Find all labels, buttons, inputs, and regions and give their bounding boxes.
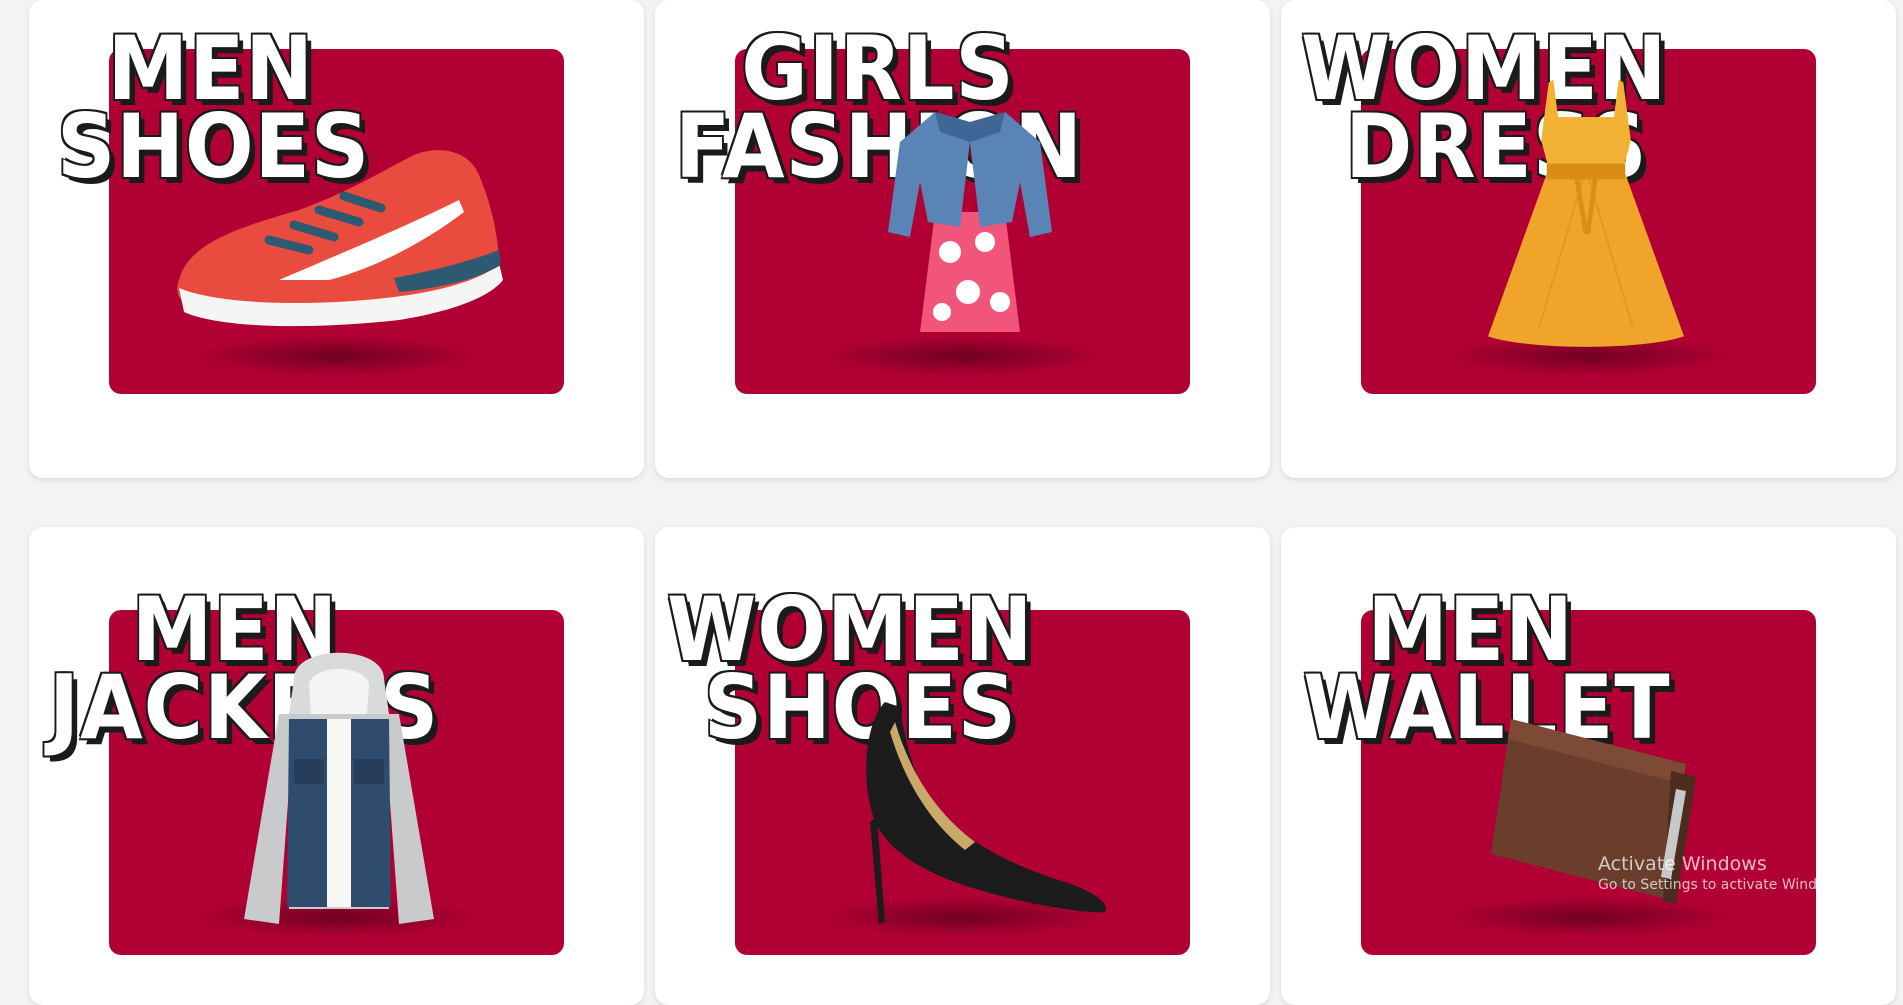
product-shadow [822, 336, 1103, 376]
category-card-men-shoes[interactable]: MEN SHOES [29, 0, 644, 478]
dress-icon [1488, 79, 1684, 347]
girls-outfit-icon [888, 112, 1052, 332]
category-card-men-jackets[interactable]: MEN JACKETS [29, 527, 644, 1005]
category-grid: MEN SHOES GIRLS FASHION WOMEN DRESS MEN … [0, 0, 1903, 1005]
watermark-subtitle: Go to Settings to activate Windows. [1598, 877, 1849, 893]
watermark-title: Activate Windows [1598, 853, 1767, 875]
category-card-women-shoes[interactable]: WOMEN SHOES [655, 527, 1270, 1005]
windows-activation-watermark: Activate Windows Go to Settings to activ… [1598, 853, 1849, 893]
product-shadow [196, 336, 477, 376]
high-heel-icon [866, 702, 1106, 924]
category-card-men-wallet[interactable]: MEN WALLET [1281, 527, 1896, 1005]
category-card-women-dress[interactable]: WOMEN DRESS [1281, 0, 1896, 478]
jacket-icon [244, 652, 434, 924]
category-card-girls-fashion[interactable]: GIRLS FASHION [655, 0, 1270, 478]
sneaker-icon [177, 150, 503, 327]
